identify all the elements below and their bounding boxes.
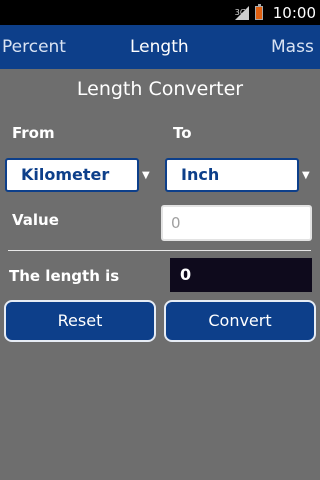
status-icons: 3G 10:00: [233, 0, 316, 25]
tab-mass[interactable]: Mass: [271, 37, 314, 57]
convert-button[interactable]: Convert: [164, 300, 316, 342]
result-label: The length is: [9, 267, 120, 285]
value-label: Value: [12, 211, 59, 229]
value-input[interactable]: 0: [161, 205, 312, 241]
to-dropdown-arrow-icon[interactable]: ▼: [302, 170, 310, 181]
from-dropdown-arrow-icon[interactable]: ▼: [142, 170, 150, 181]
signal-icon: 3G: [233, 5, 249, 20]
tab-bar: Percent Length Mass: [0, 25, 320, 69]
divider: [8, 250, 311, 251]
from-unit-select[interactable]: Kilometer: [5, 158, 139, 192]
reset-button[interactable]: Reset: [4, 300, 156, 342]
result-value: 0: [170, 258, 312, 292]
page-title: Length Converter: [76, 78, 244, 100]
from-label: From: [12, 124, 55, 142]
to-label: To: [173, 124, 192, 142]
status-bar: 3G 10:00: [0, 0, 320, 25]
tab-length[interactable]: Length: [130, 37, 189, 57]
battery-icon: [254, 3, 263, 20]
to-unit-select[interactable]: Inch: [165, 158, 299, 192]
clock: 10:00: [272, 3, 316, 22]
tab-percent[interactable]: Percent: [2, 37, 66, 57]
